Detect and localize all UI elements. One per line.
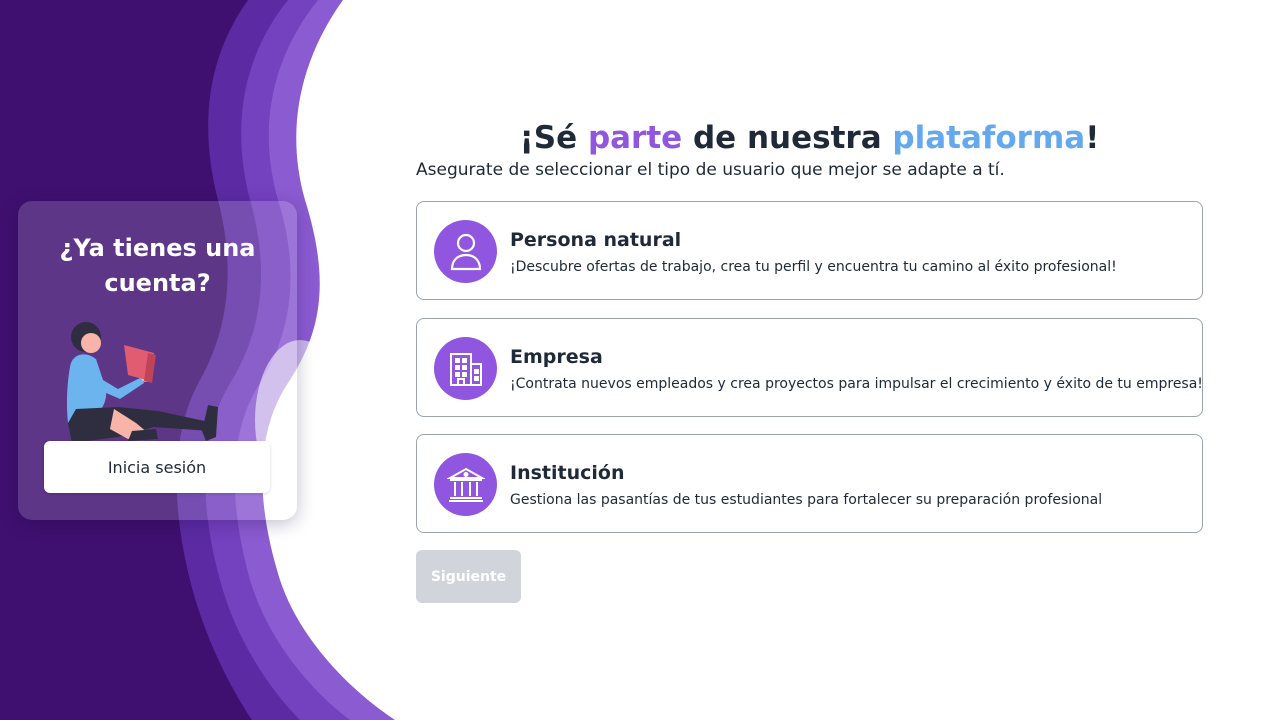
user-icon — [434, 220, 497, 283]
title-part-1: ¡Sé — [519, 120, 588, 156]
option-empresa[interactable]: Empresa ¡Contrata nuevos empleados y cre… — [416, 318, 1203, 417]
page-title: ¡Sé parte de nuestra plataforma! — [416, 118, 1203, 158]
title-highlight-parte: parte — [587, 120, 683, 156]
option-description: ¡Contrata nuevos empleados y crea proyec… — [510, 376, 1203, 392]
title-part-5: ! — [1085, 120, 1100, 156]
next-button[interactable]: Siguiente — [416, 550, 521, 603]
option-title: Persona natural — [510, 229, 682, 251]
page-subtitle: Asegurate de seleccionar el tipo de usua… — [416, 160, 1005, 180]
title-part-3: de nuestra — [682, 120, 893, 156]
title-highlight-plataforma: plataforma — [892, 120, 1086, 156]
building-icon — [434, 337, 497, 400]
login-card-title: ¿Ya tienes una cuenta? — [59, 234, 256, 297]
option-institucion[interactable]: Institución Gestiona las pasantías de tu… — [416, 434, 1203, 533]
reading-person-illustration — [66, 322, 218, 443]
option-persona-natural[interactable]: Persona natural ¡Descubre ofertas de tra… — [416, 201, 1203, 300]
option-description: Gestiona las pasantías de tus estudiante… — [510, 492, 1103, 508]
login-card: ¿Ya tienes una cuenta? Inicia sesión — [18, 201, 297, 520]
option-title: Institución — [510, 462, 625, 484]
option-title: Empresa — [510, 346, 603, 368]
option-description: ¡Descubre ofertas de trabajo, crea tu pe… — [510, 259, 1117, 275]
login-button[interactable]: Inicia sesión — [44, 441, 270, 493]
institution-icon — [434, 453, 497, 516]
